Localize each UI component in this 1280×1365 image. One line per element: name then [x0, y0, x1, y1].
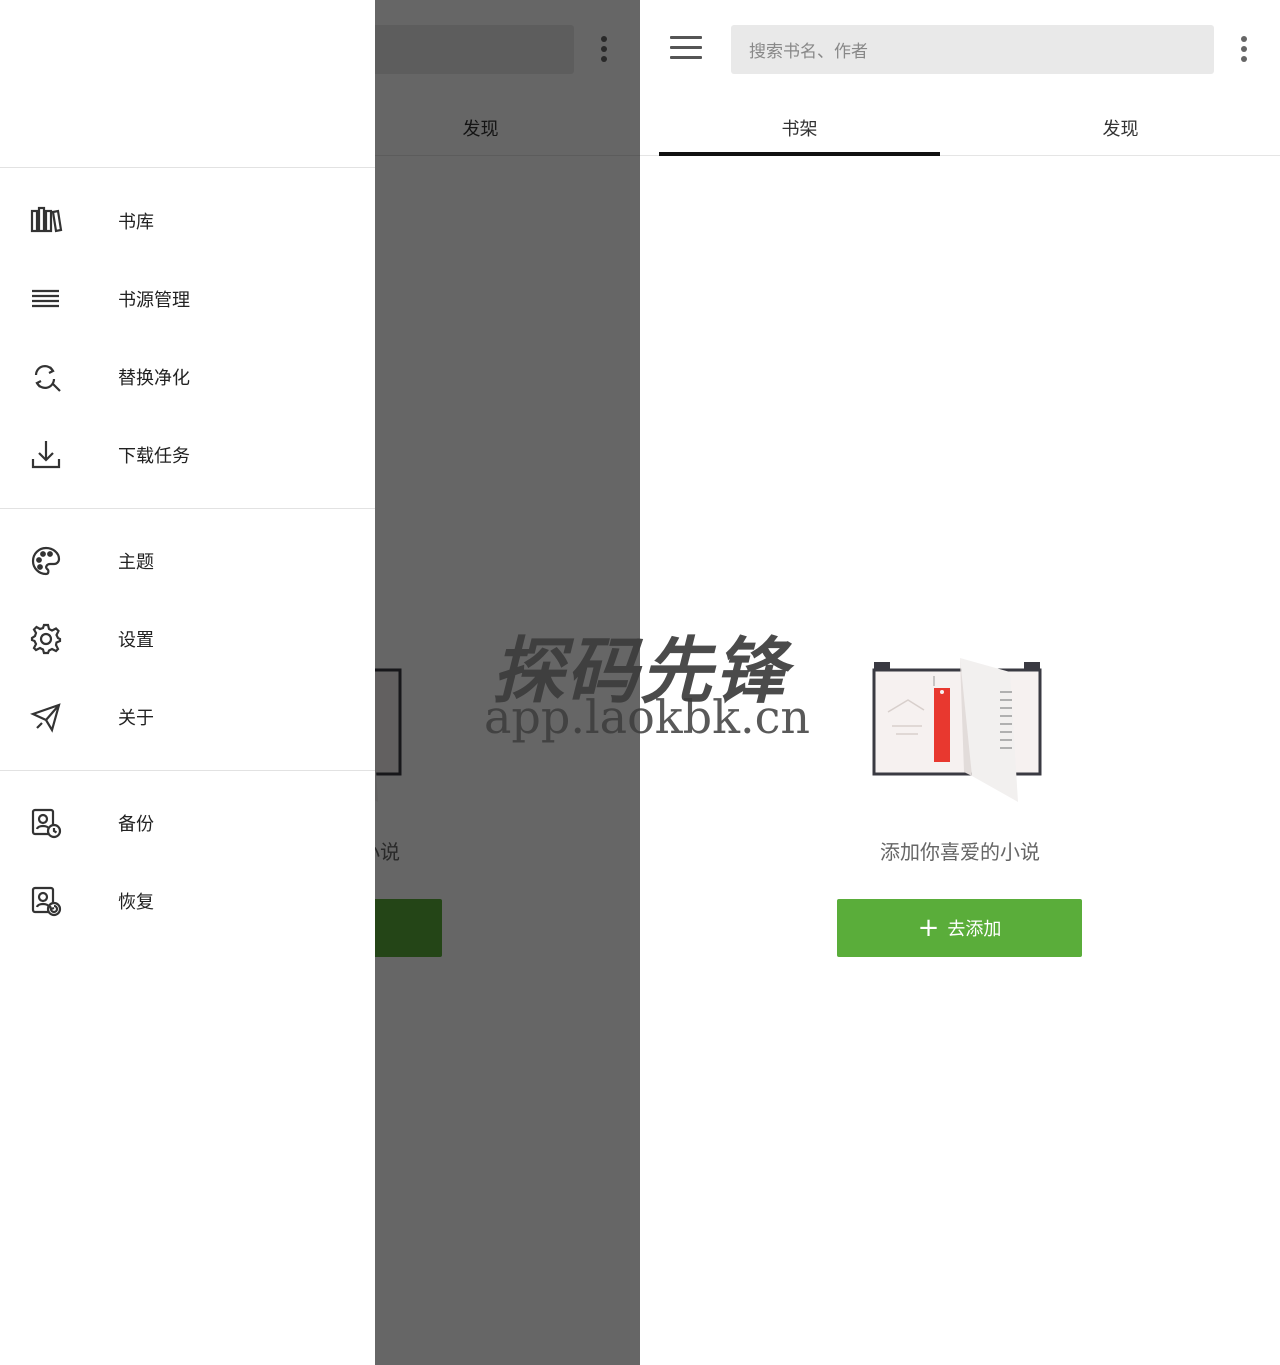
drawer-divider: [0, 770, 375, 771]
tab-bar: 书架 发现: [640, 100, 1280, 156]
app-bar: 搜索书名、作者: [640, 0, 1280, 100]
add-button-label: 去添加: [947, 919, 1002, 940]
drawer-item-restore[interactable]: 恢复: [0, 866, 375, 936]
drawer-item-label: 设置: [118, 630, 154, 651]
drawer-item-backup[interactable]: 备份: [0, 788, 375, 858]
empty-message: 添加你喜爱的小说: [880, 840, 1040, 864]
send-icon: [30, 703, 61, 733]
navigation-drawer: 书库 书源管理 替换净化 下载任务 主题 设置 关于 备份 恢复: [0, 0, 375, 1365]
menu-icon[interactable]: [668, 36, 704, 64]
palette-icon: [31, 546, 61, 576]
drawer-divider: [0, 508, 375, 509]
gear-icon: [30, 623, 62, 655]
empty-bookshelf-illustration: [872, 658, 1042, 802]
backup-icon: [31, 808, 62, 839]
drawer-item-about[interactable]: 关于: [0, 682, 375, 752]
drawer-item-downloads[interactable]: 下载任务: [0, 420, 375, 490]
download-icon: [31, 441, 61, 469]
drawer-item-label: 主题: [118, 552, 154, 573]
tab-bookshelf[interactable]: 书架: [659, 100, 940, 156]
drawer-item-source-manage[interactable]: 书源管理: [0, 264, 375, 334]
list-icon: [32, 289, 59, 308]
left-screen: 搜索书名、作者 书架 发现 添加你喜爱的小说 + 去添加 书库 书源管理: [0, 0, 640, 1365]
plus-icon: +: [917, 913, 940, 943]
drawer-item-label: 恢复: [118, 892, 154, 913]
drawer-item-label: 替换净化: [118, 368, 190, 389]
replace-search-icon: [34, 365, 61, 392]
drawer-item-label: 书库: [118, 212, 154, 233]
drawer-item-library[interactable]: 书库: [0, 186, 375, 256]
drawer-item-settings[interactable]: 设置: [0, 604, 375, 674]
drawer-header: [0, 0, 375, 168]
right-screen: 搜索书名、作者 书架 发现 添加你喜爱的小说 + 去添加: [640, 0, 1280, 1365]
bookshelf-icon: [30, 206, 63, 233]
drawer-item-label: 书源管理: [118, 290, 190, 311]
tab-discover[interactable]: 发现: [980, 100, 1261, 156]
drawer-item-label: 备份: [118, 814, 154, 835]
drawer-item-label: 下载任务: [118, 446, 190, 467]
drawer-item-theme[interactable]: 主题: [0, 526, 375, 596]
add-book-button[interactable]: + 去添加: [837, 899, 1082, 957]
search-input[interactable]: 搜索书名、作者: [731, 25, 1214, 74]
drawer-item-replace-rules[interactable]: 替换净化: [0, 342, 375, 412]
drawer-item-label: 关于: [118, 708, 154, 729]
restore-icon: [31, 886, 62, 917]
more-icon[interactable]: [1236, 36, 1252, 66]
